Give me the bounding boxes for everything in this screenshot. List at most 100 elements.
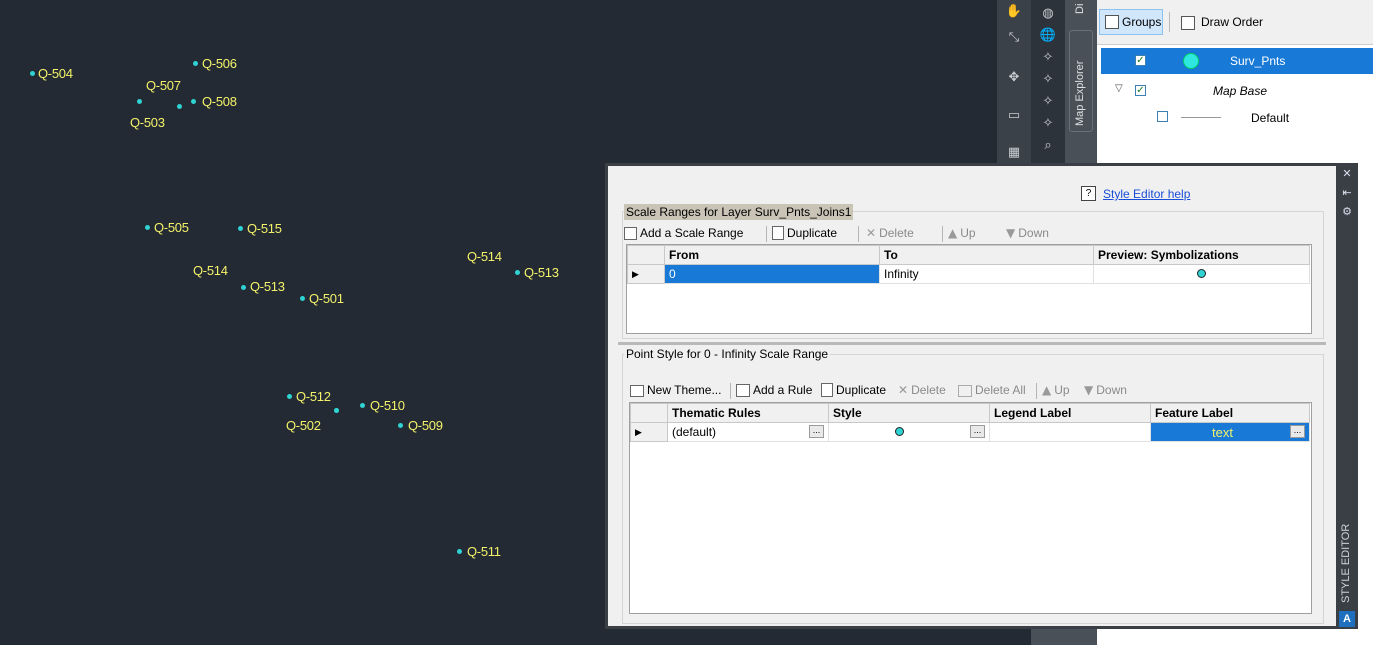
survey-point-marker[interactable] xyxy=(145,225,150,230)
style-cell[interactable]: ... xyxy=(828,422,990,442)
groups-button[interactable]: Groups xyxy=(1099,9,1163,35)
more-tools-icon[interactable]: ▦ xyxy=(1005,145,1023,161)
survey-point-label: Q-503 xyxy=(130,115,165,130)
survey-point-marker[interactable] xyxy=(287,394,292,399)
close-icon[interactable]: ✕ xyxy=(1341,168,1353,180)
delete-rule-button[interactable]: ✕ Delete xyxy=(898,383,946,397)
add-rule-button[interactable]: Add a Rule xyxy=(736,383,812,397)
delete-all-icon xyxy=(958,385,972,397)
survey-point-label: Q-510 xyxy=(370,398,405,413)
down-rule-button[interactable]: ▼ Down xyxy=(1084,383,1127,397)
survey-point-marker[interactable] xyxy=(334,408,339,413)
duplicate-rule-button[interactable]: Duplicate xyxy=(821,383,886,397)
row-selector-arrow-icon[interactable]: ▶ xyxy=(630,422,668,442)
layer-visibility-checkbox[interactable] xyxy=(1157,111,1168,122)
up-rule-button[interactable]: ▲ Up xyxy=(1042,383,1070,397)
row-selector-arrow-icon[interactable]: ▶ xyxy=(627,264,665,284)
add-scale-range-button[interactable]: Add a Scale Range xyxy=(624,226,743,240)
scale-range-row[interactable]: ▶ 0 Infinity xyxy=(627,264,1310,284)
thematic-ellipsis-button[interactable]: ... xyxy=(809,425,824,438)
survey-point-marker[interactable] xyxy=(137,99,142,104)
legend-label-cell[interactable] xyxy=(989,422,1151,442)
layer-row-surv-pnts[interactable]: ✓ Surv_Pnts xyxy=(1101,48,1373,74)
survey-point-marker[interactable] xyxy=(515,270,520,275)
rule-row[interactable]: ▶ (default) ... ... text ... xyxy=(630,422,1310,442)
section-splitter[interactable] xyxy=(618,342,1326,345)
layer-group-map-base[interactable]: ▽ ✓ Map Base xyxy=(1101,78,1373,104)
layer-visibility-checkbox[interactable]: ✓ xyxy=(1135,55,1146,66)
globe-icon[interactable]: 🌐 xyxy=(1039,28,1057,44)
zoom-icon[interactable]: ⌕ xyxy=(1039,138,1057,154)
toolbar-separator xyxy=(858,226,859,242)
duplicate-range-button[interactable]: Duplicate xyxy=(772,226,837,240)
feature-label-cell[interactable]: text ... xyxy=(1150,422,1310,442)
feature-ellipsis-button[interactable]: ... xyxy=(1290,424,1305,438)
survey-point-marker[interactable] xyxy=(177,104,182,109)
survey-point-label: Q-502 xyxy=(286,418,321,433)
select-add-icon[interactable]: ✧ xyxy=(1039,116,1057,132)
help-icon[interactable]: ? xyxy=(1081,186,1096,201)
tab-map-explorer[interactable]: Map Explorer xyxy=(1074,61,1086,126)
new-theme-button[interactable]: New Theme... xyxy=(630,383,721,397)
navigation-toolbar: ✋ ⤡ ✥ ▭ ▦ xyxy=(997,0,1031,165)
pan-hand-icon[interactable]: ✋ xyxy=(1005,4,1023,20)
style-editor-window: ? Style Editor help Scale Ranges for Lay… xyxy=(605,163,1358,629)
style-editor-help-link[interactable]: Style Editor help xyxy=(1103,187,1190,201)
layer-row-default[interactable]: Default xyxy=(1101,104,1373,130)
survey-point-marker[interactable] xyxy=(193,61,198,66)
duplicate-icon xyxy=(821,383,833,397)
survey-point-marker[interactable] xyxy=(241,285,246,290)
style-ellipsis-button[interactable]: ... xyxy=(970,425,985,438)
survey-point-label: Q-511 xyxy=(467,544,501,559)
delete-range-button[interactable]: ✕ Delete xyxy=(866,226,914,240)
preview-cell[interactable] xyxy=(1093,264,1310,284)
delete-all-rules-button[interactable]: Delete All xyxy=(958,383,1026,397)
snap-text-icon[interactable]: ✧ xyxy=(1039,72,1057,88)
groups-label: Groups xyxy=(1122,15,1162,29)
autocad-map-logo-icon: A xyxy=(1339,611,1355,627)
col-feature-label: Feature Label xyxy=(1150,403,1310,423)
feature-label-preview: text xyxy=(1212,424,1233,440)
auto-hide-icon[interactable]: ⇤ xyxy=(1341,187,1353,199)
style-editor-vertical-title: STYLE EDITOR xyxy=(1340,523,1352,603)
add-range-icon xyxy=(624,227,637,240)
duplicate-icon xyxy=(772,226,784,240)
map-layer-icon[interactable]: ◍ xyxy=(1039,6,1057,22)
properties-icon[interactable]: ⚙ xyxy=(1341,206,1353,218)
group-visibility-checkbox[interactable]: ✓ xyxy=(1135,85,1146,96)
map-tools-toolbar: ◍ 🌐 ✧ ✧ ✧ ✧ ⌕ xyxy=(1031,0,1065,165)
line-style-icon xyxy=(1181,117,1221,118)
survey-point-marker[interactable] xyxy=(457,549,462,554)
survey-point-label: Q-505 xyxy=(154,220,189,235)
toolbar-separator xyxy=(1036,383,1037,399)
survey-point-marker[interactable] xyxy=(300,296,305,301)
style-editor-sidebar: ✕ ⇤ ⚙ STYLE EDITOR A xyxy=(1336,163,1358,629)
from-cell[interactable]: 0 xyxy=(664,264,880,284)
survey-point-marker[interactable] xyxy=(191,99,196,104)
groups-icon xyxy=(1105,15,1119,29)
survey-point-marker[interactable] xyxy=(30,71,35,76)
draw-order-button[interactable]: Draw Order xyxy=(1177,9,1263,35)
collapse-arrow-icon[interactable]: ▽ xyxy=(1115,83,1123,94)
survey-point-marker[interactable] xyxy=(360,403,365,408)
thematic-cell[interactable]: (default) ... xyxy=(667,422,829,442)
orbit-icon[interactable]: ✥ xyxy=(1005,70,1023,86)
survey-point-label: Q-513 xyxy=(250,279,285,294)
layer-name: Surv_Pnts xyxy=(1230,54,1286,68)
survey-point-label: Q-515 xyxy=(247,221,282,236)
select-icon[interactable]: ✧ xyxy=(1039,94,1057,110)
survey-point-marker[interactable] xyxy=(238,226,243,231)
snap-point-icon[interactable]: ✧ xyxy=(1039,50,1057,66)
showmotion-icon[interactable]: ▭ xyxy=(1005,108,1023,124)
down-range-button[interactable]: ▼ Down xyxy=(1006,226,1049,240)
survey-point-marker[interactable] xyxy=(398,423,403,428)
layer-name: Default xyxy=(1251,111,1290,125)
tab-display-manager[interactable]: Di xyxy=(1074,4,1086,14)
draw-order-label: Draw Order xyxy=(1201,15,1264,29)
toolbar-separator xyxy=(730,383,731,399)
up-range-button[interactable]: ▲ Up xyxy=(948,226,976,240)
survey-point-label: Q-508 xyxy=(202,94,237,109)
scale-ranges-title: Scale Ranges for Layer Surv_Pnts_Joins1 xyxy=(624,204,854,220)
zoom-extents-icon[interactable]: ⤡ xyxy=(1005,30,1023,46)
to-cell[interactable]: Infinity xyxy=(879,264,1094,284)
